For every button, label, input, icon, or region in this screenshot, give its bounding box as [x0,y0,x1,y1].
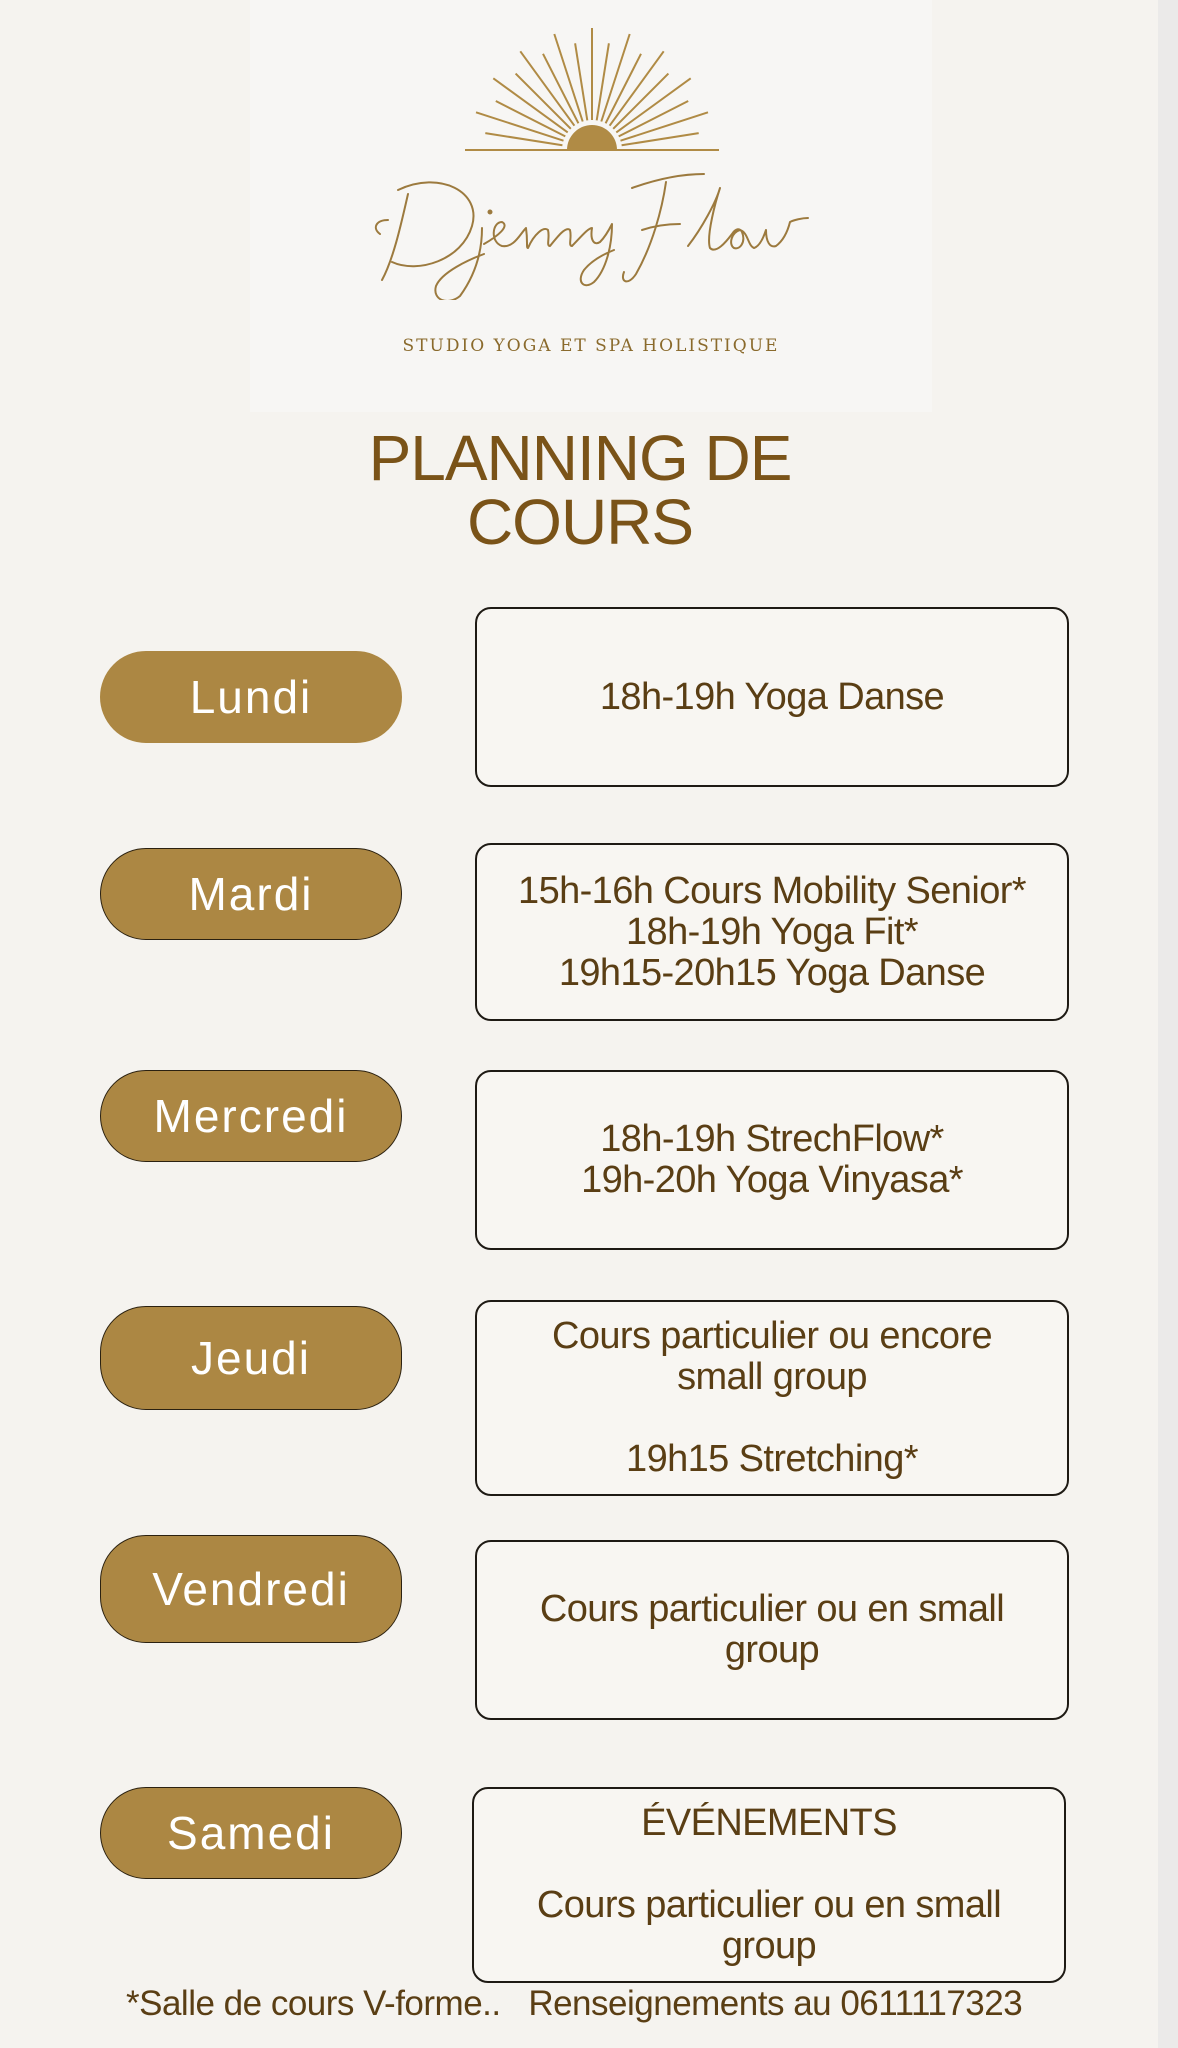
footer-note: *Salle de cours V-forme.. [126,1984,501,2023]
sun-ray [574,43,589,121]
schedule-box-samedi: ÉVÉNEMENTS Cours particulier ou en small… [472,1787,1066,1983]
class-line: 15h-16h Cours Mobility Senior* [518,869,1027,912]
day-label-vendredi: Vendredi [100,1535,402,1643]
day-label-lundi: Lundi [100,651,402,743]
page-edge-strip [1158,0,1178,2048]
sun-ray [475,111,564,142]
class-line: 18h-19h Yoga Fit* [626,910,919,953]
class-line: 19h15 Stretching* [626,1438,919,1480]
sun-ray [553,33,584,122]
sun-ray [595,43,610,121]
schedule-box-vendredi: Cours particulier ou en small group [475,1540,1069,1720]
page-title: PLANNING DE COURS [310,426,850,554]
footer-contact: Renseignements au 0611117323 [528,1984,1023,2023]
schedule-box-lundi: 18h-19h Yoga Danse [475,607,1069,787]
schedule-box-jeudi: Cours particulier ou encore small group … [475,1300,1069,1496]
day-label-jeudi: Jeudi [100,1306,402,1410]
day-label-mercredi: Mercredi [100,1070,402,1162]
class-line: small group [677,1356,867,1398]
class-line: Cours particulier ou en small [539,1588,1005,1630]
schedule-box-mercredi: 18h-19h StrechFlow* 19h-20h Yoga Vinyasa… [475,1070,1069,1250]
page-title-line-2: COURS [466,486,694,558]
day-label-samedi: Samedi [100,1787,402,1879]
class-line: group [721,1925,817,1967]
class-line: 19h-20h Yoga Vinyasa* [581,1159,963,1201]
class-line: 19h15-20h15 Yoga Danse [558,951,986,994]
footer: *Salle de cours V-forme.. Renseignements… [126,1984,1023,2024]
sun-ray [485,132,563,147]
studio-tagline: STUDIO YOGA ET SPA HOLISTIQUE [402,336,780,356]
events-heading: ÉVÉNEMENTS [641,1802,897,1844]
sun-ray [600,33,631,122]
logo-script-djenny-flow [374,173,809,300]
class-line: Cours particulier ou en small [536,1884,1002,1926]
class-line: Cours particulier ou encore [551,1315,993,1357]
class-line: 18h-19h Yoga Danse [599,675,945,718]
page-title-line-1: PLANNING DE [368,422,793,494]
sunburst-icon [465,28,719,151]
day-label-mardi: Mardi [100,848,402,940]
schedule-box-mardi: 15h-16h Cours Mobility Senior* 18h-19h Y… [475,843,1069,1021]
class-line: 18h-19h StrechFlow* [600,1118,944,1160]
sun-ray [620,111,709,142]
sun-ray [621,132,699,147]
class-line: group [724,1629,820,1671]
